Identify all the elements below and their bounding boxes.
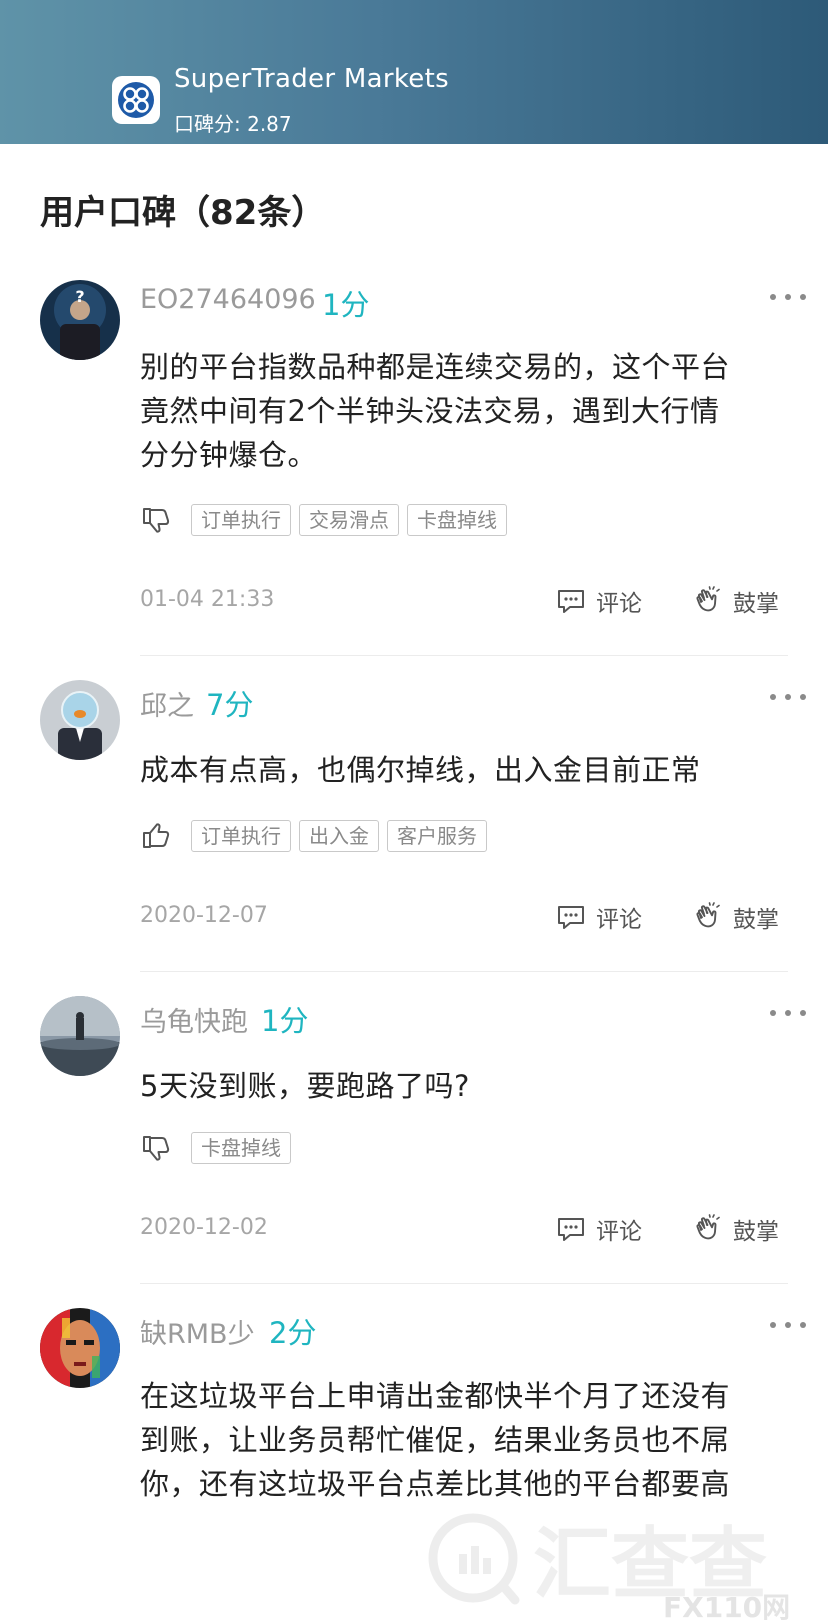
review-score: 1分 <box>261 1004 309 1038</box>
review-text-line: 5天没到账，要跑路了吗? <box>140 1069 470 1103</box>
clap-icon <box>696 902 720 928</box>
comment-icon <box>558 590 584 613</box>
comment-button[interactable]: 评论 <box>556 584 642 618</box>
avatar[interactable]: ? <box>40 280 120 360</box>
review-username[interactable]: 乌龟快跑 <box>140 1000 248 1039</box>
more-options-icon[interactable] <box>770 1007 806 1019</box>
thumbs-down-icon <box>143 1136 170 1161</box>
review-tags: 订单执行 出入金 客户服务 <box>191 820 487 852</box>
review-body: 在这垃圾平台上申请出金都快半个月了还没有 到账，让业务员帮忙催促，结果业务员也不… <box>140 1374 800 1506</box>
thumbs-up-icon <box>143 823 170 848</box>
clap-label: 鼓掌 <box>733 1219 779 1245</box>
clap-label: 鼓掌 <box>733 907 779 933</box>
clap-button[interactable]: 鼓掌 <box>693 584 779 618</box>
comment-icon <box>558 906 584 929</box>
clap-button[interactable]: 鼓掌 <box>693 1212 779 1246</box>
chart-logo-icon <box>428 1513 520 1605</box>
watermark: 汇查查 FX110网 <box>425 1500 828 1624</box>
review-text-line: 别的平台指数品种都是连续交易的，这个平台 <box>140 350 731 384</box>
review-tag: 订单执行 <box>191 504 291 536</box>
thumbs-down-icon <box>143 508 170 533</box>
review-tag: 订单执行 <box>191 820 291 852</box>
comment-icon <box>558 1218 584 1241</box>
review-score: 2分 <box>269 1316 317 1350</box>
clap-label: 鼓掌 <box>733 591 779 617</box>
review-tag: 卡盘掉线 <box>191 1132 291 1164</box>
avatar[interactable] <box>40 996 120 1076</box>
broker-logo <box>112 76 160 124</box>
clap-icon <box>696 586 720 612</box>
review-score: 7分 <box>206 688 254 722</box>
more-options-icon[interactable] <box>770 1319 806 1331</box>
review-divider <box>140 655 788 656</box>
comment-button[interactable]: 评论 <box>556 1212 642 1246</box>
review-tags: 订单执行 交易滑点 卡盘掉线 <box>191 504 507 536</box>
broker-name[interactable]: SuperTrader Markets <box>174 64 449 94</box>
watermark-suffix: FX110网 <box>663 1591 791 1624</box>
review-text-line: 分分钟爆仓。 <box>140 438 318 472</box>
review-username[interactable]: 缺RMB少 <box>140 1312 255 1351</box>
broker-header: SuperTrader Markets 口碑分: 2.87 <box>0 0 828 144</box>
review-score: 1分 <box>322 288 370 322</box>
review-body: 别的平台指数品种都是连续交易的，这个平台 竟然中间有2个半钟头没法交易，遇到大行… <box>140 345 800 477</box>
review-tag: 卡盘掉线 <box>407 504 507 536</box>
review-tag: 交易滑点 <box>299 504 399 536</box>
review-divider <box>140 971 788 972</box>
clap-icon <box>696 1214 720 1240</box>
review-text-line: 竟然中间有2个半钟头没法交易，遇到大行情 <box>140 394 720 428</box>
svg-text:?: ? <box>75 287 84 306</box>
reviews-section-title: 用户口碑（82条） <box>40 193 326 233</box>
clover-logo-icon <box>118 82 154 118</box>
avatar[interactable] <box>40 680 120 760</box>
comment-label: 评论 <box>596 1219 642 1245</box>
review-username[interactable]: EO27464096 <box>140 284 316 315</box>
review-tags: 卡盘掉线 <box>191 1132 291 1164</box>
review-divider <box>140 1283 788 1284</box>
broker-reputation-score: 口碑分: 2.87 <box>174 112 292 136</box>
review-username[interactable]: 邱之 <box>140 684 194 723</box>
more-options-icon[interactable] <box>770 691 806 703</box>
review-tag: 客户服务 <box>387 820 487 852</box>
clap-button[interactable]: 鼓掌 <box>693 900 779 934</box>
review-date: 01-04 21:33 <box>140 587 275 612</box>
comment-label: 评论 <box>596 591 642 617</box>
review-text-line: 在这垃圾平台上申请出金都快半个月了还没有 <box>140 1379 731 1413</box>
review-date: 2020-12-02 <box>140 1215 268 1240</box>
more-options-icon[interactable] <box>770 291 806 303</box>
comment-button[interactable]: 评论 <box>556 900 642 934</box>
review-body: 成本有点高，也偶尔掉线，出入金目前正常 <box>140 748 800 792</box>
review-text-line: 到账，让业务员帮忙催促，结果业务员也不屌 <box>140 1423 731 1457</box>
comment-label: 评论 <box>596 907 642 933</box>
avatar[interactable] <box>40 1308 120 1388</box>
review-body: 5天没到账，要跑路了吗? <box>140 1064 800 1108</box>
review-date: 2020-12-07 <box>140 903 268 928</box>
review-text-line: 成本有点高，也偶尔掉线，出入金目前正常 <box>140 753 701 787</box>
review-tag: 出入金 <box>299 820 379 852</box>
